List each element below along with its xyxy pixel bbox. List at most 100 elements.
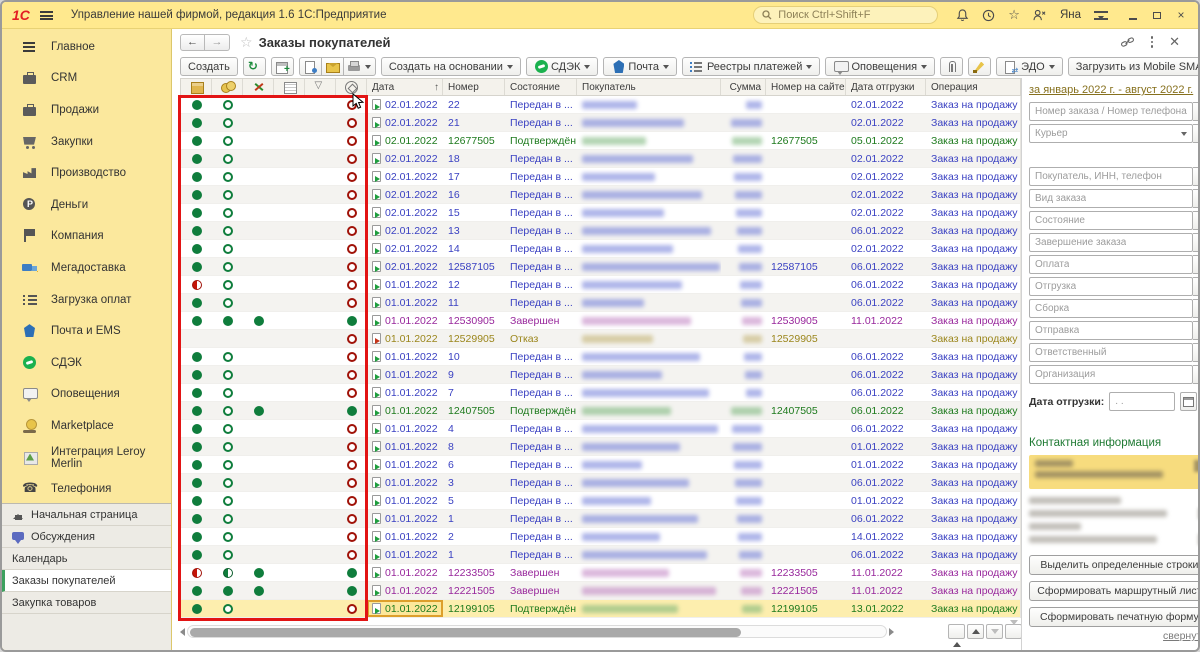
- contact-action-button[interactable]: Выделить определенные строки: [1029, 555, 1200, 575]
- table-row[interactable]: 01.01.202212Передан в ...06.01.2022Заказ…: [181, 276, 1020, 294]
- sidebar-item-phone[interactable]: Телефония: [2, 473, 171, 505]
- document-history-button[interactable]: [299, 57, 322, 76]
- table-row[interactable]: 02.01.202217Передан в ...02.01.2022Заказ…: [181, 168, 1020, 186]
- dropdown-button[interactable]: [1193, 167, 1200, 186]
- sidebar-item-delivery[interactable]: Мегадоставка: [2, 252, 171, 284]
- assembly-column-header[interactable]: [243, 79, 274, 95]
- filter-input[interactable]: Курьер: [1029, 124, 1193, 143]
- table-row[interactable]: 01.01.202212530905Завершен1253090511.01.…: [181, 312, 1020, 330]
- filter-column-header[interactable]: [305, 79, 336, 95]
- product-column-header[interactable]: [336, 79, 367, 95]
- sidebar-item-crm[interactable]: CRM: [2, 63, 171, 95]
- filter-input[interactable]: Ответственный: [1029, 343, 1193, 362]
- page-favorite-star-icon[interactable]: ☆: [240, 34, 253, 51]
- sidebar-item-sales[interactable]: Продажи: [2, 94, 171, 126]
- filter-input[interactable]: Вид заказа: [1029, 189, 1193, 208]
- create-button[interactable]: Создать: [180, 57, 238, 76]
- dropdown-button[interactable]: [1193, 365, 1200, 384]
- table-row[interactable]: 01.01.202212407505Подтверждён1240750506.…: [181, 402, 1020, 420]
- clear-button[interactable]: ×: [1193, 124, 1200, 143]
- filter-input[interactable]: Отгрузка: [1029, 277, 1193, 296]
- period-link[interactable]: за январь 2022 г. - август 2022 г.: [1029, 84, 1193, 96]
- get-link-icon[interactable]: [1120, 36, 1135, 49]
- dropdown-button[interactable]: [1193, 255, 1200, 274]
- horizontal-scrollbar[interactable]: [180, 624, 894, 639]
- notifications-bell-icon[interactable]: [956, 9, 969, 22]
- table-row[interactable]: 01.01.20223Передан в ...06.01.2022Заказ …: [181, 474, 1020, 492]
- filter-input[interactable]: Сборка: [1029, 299, 1193, 318]
- go-to-bottom-button[interactable]: [1005, 624, 1022, 639]
- table-row[interactable]: 02.01.202214Передан в ...02.01.2022Заказ…: [181, 240, 1020, 258]
- filter-input[interactable]: Покупатель, ИНН, телефон: [1029, 167, 1193, 186]
- table-row[interactable]: 01.01.20226Передан в ...01.01.2022Заказ …: [181, 456, 1020, 474]
- table-row[interactable]: 01.01.20229Передан в ...06.01.2022Заказ …: [181, 366, 1020, 384]
- minimize-button[interactable]: [1126, 8, 1140, 22]
- table-row[interactable]: 02.01.202213Передан в ...06.01.2022Заказ…: [181, 222, 1020, 240]
- column-header-site-number[interactable]: Номер на сайте: [766, 79, 846, 95]
- dropdown-button[interactable]: [1193, 233, 1200, 252]
- table-row[interactable]: 02.01.202212587105Передан в ...125871050…: [181, 258, 1020, 276]
- go-to-top-button[interactable]: [948, 624, 965, 639]
- table-row[interactable]: 01.01.20227Передан в ...06.01.2022Заказ …: [181, 384, 1020, 402]
- sidebar-bottom-item[interactable]: Обсуждения: [2, 526, 171, 548]
- column-header-number[interactable]: Номер: [443, 79, 505, 95]
- table-row[interactable]: 02.01.202221Передан в ...02.01.2022Заказ…: [181, 114, 1020, 132]
- global-search-input[interactable]: Поиск Ctrl+Shift+F: [753, 6, 938, 24]
- sidebar-item-money[interactable]: Деньги: [2, 189, 171, 221]
- dropdown-button[interactable]: [1193, 299, 1200, 318]
- payment-registers-button[interactable]: Реестры платежей: [682, 57, 821, 76]
- favorites-star-icon[interactable]: ☆: [1008, 7, 1020, 23]
- sidebar-item-post[interactable]: Почта и EMS: [2, 315, 171, 347]
- sidebar-item-company[interactable]: Компания: [2, 221, 171, 253]
- sidebar-item-leroy[interactable]: Интеграция Leroy Merlin: [2, 442, 171, 474]
- table-row[interactable]: 01.01.20222Передан в ...14.01.2022Заказ …: [181, 528, 1020, 546]
- refresh-button[interactable]: [243, 57, 266, 76]
- more-menu-icon[interactable]: [1151, 36, 1154, 48]
- post-button[interactable]: Почта: [603, 57, 677, 76]
- calendar-picker-button[interactable]: [1180, 392, 1197, 411]
- dropdown-button[interactable]: [1193, 277, 1200, 296]
- sidebar-item-production[interactable]: Производство: [2, 157, 171, 189]
- attachments-button[interactable]: [940, 57, 963, 76]
- shipment-column-header[interactable]: [274, 79, 305, 95]
- sidebar-bottom-item[interactable]: Начальная страница: [2, 504, 171, 526]
- column-header-sum[interactable]: Сумма: [721, 79, 766, 95]
- user-name[interactable]: Яна: [1060, 9, 1081, 21]
- restore-button[interactable]: [1150, 8, 1164, 22]
- filter-input[interactable]: Номер заказа / Номер телефона: [1029, 102, 1193, 121]
- table-row[interactable]: 02.01.202218Передан в ...02.01.2022Заказ…: [181, 150, 1020, 168]
- sidebar-bottom-item[interactable]: Календарь: [2, 548, 171, 570]
- sidebar-item-purchases[interactable]: Закупки: [2, 126, 171, 158]
- table-row[interactable]: 01.01.20225Передан в ...01.01.2022Заказ …: [181, 492, 1020, 510]
- sidebar-item-menu[interactable]: Главное: [2, 31, 171, 63]
- filter-input[interactable]: Завершение заказа: [1029, 233, 1193, 252]
- print-button[interactable]: [344, 57, 376, 76]
- sidebar-item-marketplace[interactable]: Marketplace: [2, 410, 171, 442]
- load-mobile-smarts-button[interactable]: Загрузить из Mobile SMARTS: [1068, 57, 1200, 76]
- contact-action-button[interactable]: Сформировать маршрутный лист: [1029, 581, 1200, 601]
- close-page-icon[interactable]: ✕: [1169, 34, 1180, 50]
- column-header-state[interactable]: Состояние: [505, 79, 577, 95]
- clear-button[interactable]: ×: [1193, 102, 1200, 121]
- back-button[interactable]: ←: [180, 34, 205, 51]
- table-row[interactable]: 01.01.202212221505Завершен1222150511.01.…: [181, 582, 1020, 600]
- table-row[interactable]: 01.01.20228Передан в ...01.01.2022Заказ …: [181, 438, 1020, 456]
- table-row[interactable]: 01.01.202212233505Завершен1223350511.01.…: [181, 564, 1020, 582]
- forward-button[interactable]: →: [205, 34, 230, 51]
- column-header-ship-date[interactable]: Дата отгрузки: [846, 79, 926, 95]
- table-row[interactable]: 01.01.20224Передан в ...06.01.2022Заказ …: [181, 420, 1020, 438]
- table-row[interactable]: 01.01.202212529905Отказ12529905Заказ на …: [181, 330, 1020, 348]
- column-header-date[interactable]: Дата↑: [367, 79, 443, 95]
- sidebar-item-notifications[interactable]: Оповещения: [2, 379, 171, 411]
- contact-action-button[interactable]: Сформировать печатную форму: [1029, 607, 1200, 627]
- ship-date-input[interactable]: . .: [1109, 392, 1175, 411]
- create-based-on-button[interactable]: Создать на основании: [381, 57, 521, 76]
- coins-column-header[interactable]: [212, 79, 243, 95]
- sidebar-item-payments[interactable]: Загрузка оплат: [2, 284, 171, 316]
- cdek-button[interactable]: СДЭК: [526, 57, 598, 76]
- support-icon[interactable]: [1033, 9, 1047, 21]
- scroll-left-icon[interactable]: [180, 628, 185, 636]
- collapse-panel-link[interactable]: свернуть: [1163, 630, 1200, 642]
- main-menu-icon[interactable]: [40, 11, 53, 20]
- table-row[interactable]: 02.01.202216Передан в ...02.01.2022Заказ…: [181, 186, 1020, 204]
